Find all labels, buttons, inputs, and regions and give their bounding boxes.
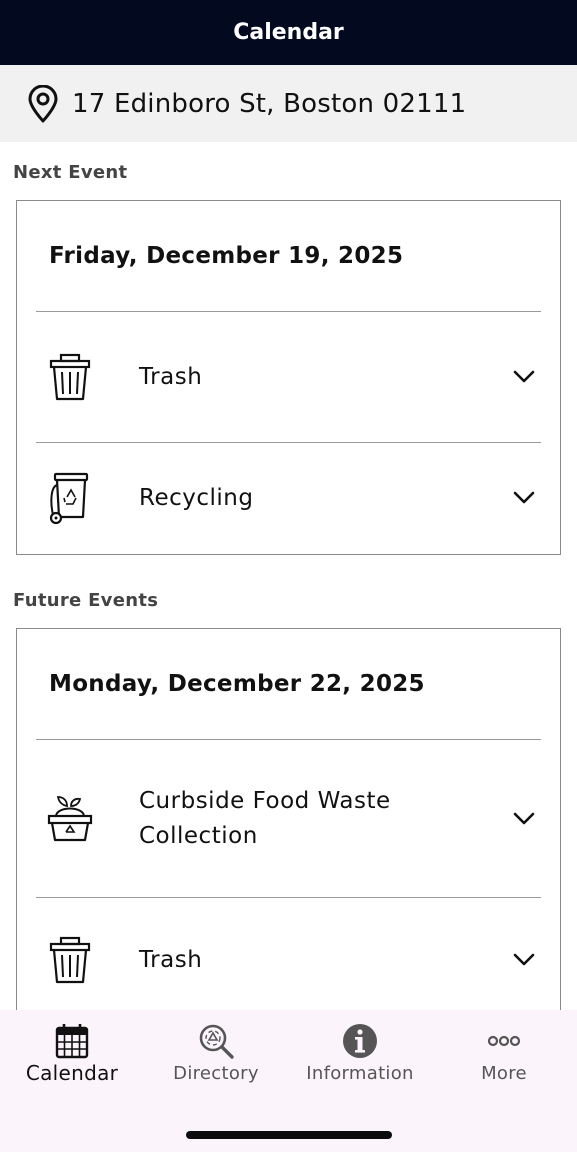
food-waste-bin-icon — [47, 795, 93, 841]
recycling-bin-icon — [49, 472, 89, 525]
home-indicator[interactable] — [186, 1131, 392, 1139]
calendar-icon — [55, 1024, 89, 1059]
chevron-down-icon[interactable] — [512, 952, 536, 968]
event-label: Trash — [139, 946, 203, 973]
tab-calendar[interactable]: Calendar — [0, 1010, 144, 1110]
header-bar: Calendar — [0, 0, 577, 65]
event-label: Recycling — [139, 484, 254, 511]
event-label: Curbside Food Waste Collection — [139, 784, 391, 854]
trash-can-icon — [49, 936, 91, 984]
event-date: Friday, December 19, 2025 — [49, 243, 404, 269]
info-icon — [343, 1024, 377, 1058]
future-event-card: Monday, December 22, 2025 Curbside Food … — [16, 628, 561, 1010]
tab-label: Directory — [173, 1063, 259, 1084]
tab-label: Calendar — [25, 1061, 119, 1085]
event-label-line1: Curbside Food Waste — [139, 787, 391, 814]
address-text: 17 Edinboro St, Boston 02111 — [72, 88, 467, 119]
event-row-trash[interactable]: Trash — [17, 898, 560, 1010]
location-pin-icon — [28, 84, 58, 122]
next-event-card: Friday, December 19, 2025 Trash Recyclin… — [16, 200, 561, 555]
directory-search-icon — [199, 1024, 234, 1059]
event-label-line2: Collection — [139, 822, 258, 849]
tab-label: Information — [306, 1063, 414, 1084]
address-bar[interactable]: 17 Edinboro St, Boston 02111 — [0, 65, 577, 142]
next-event-label: Next Event — [13, 162, 128, 183]
tab-more[interactable]: More — [432, 1010, 576, 1110]
chevron-down-icon[interactable] — [512, 811, 536, 827]
page-title: Calendar — [233, 20, 344, 45]
chevron-down-icon[interactable] — [512, 490, 536, 506]
future-events-label: Future Events — [13, 590, 159, 611]
event-date: Monday, December 22, 2025 — [49, 671, 425, 697]
event-row-recycling[interactable]: Recycling — [17, 443, 560, 553]
chevron-down-icon[interactable] — [512, 369, 536, 385]
event-row-trash[interactable]: Trash — [17, 312, 560, 442]
tab-information[interactable]: Information — [288, 1010, 432, 1110]
tab-label: More — [481, 1063, 527, 1084]
event-row-food-waste[interactable]: Curbside Food Waste Collection — [17, 740, 560, 897]
more-dots-icon — [487, 1035, 521, 1047]
event-label: Trash — [139, 363, 203, 390]
tab-directory[interactable]: Directory — [144, 1010, 288, 1110]
trash-can-icon — [49, 353, 91, 401]
events-list[interactable]: Next Event Friday, December 19, 2025 Tra… — [0, 142, 577, 1010]
